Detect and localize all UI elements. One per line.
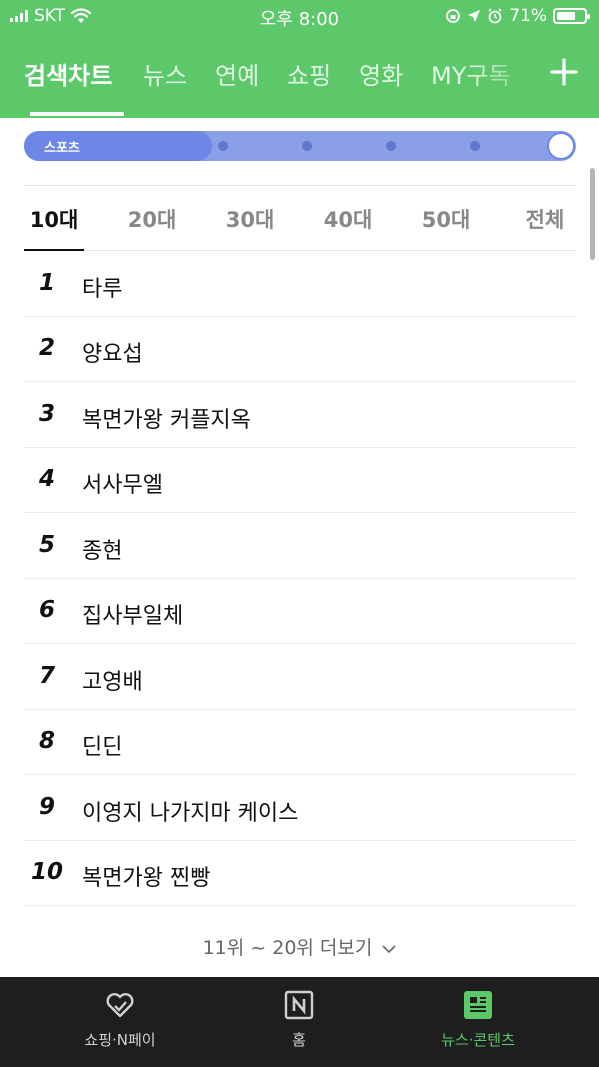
nav-home[interactable]: 홈 [199,977,399,1067]
rank-number: 10 [30,859,63,885]
slider-step-dot [386,141,396,151]
ranking-row[interactable]: 6 집사부일체 [24,579,576,644]
search-term[interactable]: 타루 [82,271,122,303]
rank-number: 6 [38,597,55,623]
scrollbar[interactable] [590,168,595,260]
ranking-row[interactable]: 10 복면가왕 찐빵 [24,841,576,906]
slider-step-dot [470,141,480,151]
ranking-row[interactable]: 2 양요섭 [24,317,576,382]
status-bar: SKT 오후 8:00 71% [0,0,599,34]
age-tab-10s[interactable]: 10대 [19,204,89,234]
search-term[interactable]: 집사부일체 [82,598,183,630]
tab-entertainment[interactable]: 연예 [215,56,259,91]
heart-check-icon [106,993,134,1018]
nav-label: 뉴스·콘텐츠 [441,1031,515,1049]
search-term[interactable]: 딘딘 [82,729,122,761]
active-tab-indicator [30,112,124,116]
search-term[interactable]: 종현 [82,533,122,565]
battery-percent: 71% [509,6,547,26]
age-tab-20s[interactable]: 20대 [117,204,187,234]
slider-step-dot [302,141,312,151]
tab-search-chart[interactable]: 검색차트 [24,56,112,91]
divider [24,250,576,251]
rank-number: 7 [38,663,55,689]
ranking-row[interactable]: 5 종현 [24,514,576,579]
slider-label: 스포츠 [44,141,80,156]
ranking-row[interactable]: 7 고영배 [24,645,576,710]
naver-n-icon [284,990,314,1020]
app-header: SKT 오후 8:00 71% 검색차트 뉴스 연예 쇼핑 영화 [0,0,599,118]
plus-icon[interactable] [548,56,580,88]
age-tab-50s[interactable]: 50대 [411,204,481,234]
search-term[interactable]: 복면가왕 커플지옥 [82,402,251,434]
tab-movie[interactable]: 영화 [359,56,403,91]
ranking-row[interactable]: 1 타루 [24,252,576,317]
rank-number: 9 [38,794,55,820]
battery-icon [553,8,590,24]
chevron-down-icon [382,945,396,954]
more-ranking-label: 11위 ~ 20위 더보기 [202,937,373,959]
search-term[interactable]: 복면가왕 찐빵 [82,860,210,892]
alarm-icon [488,8,502,24]
rank-number: 1 [38,270,55,296]
search-term[interactable]: 고영배 [82,664,143,696]
more-ranking-button[interactable]: 11위 ~ 20위 더보기 [0,933,599,960]
location-icon [468,10,481,22]
age-tab-40s[interactable]: 40대 [313,204,383,234]
rank-number: 8 [38,728,55,754]
category-slider[interactable]: 스포츠 [24,131,576,161]
age-tab-all[interactable]: 전체 [510,204,580,234]
rotation-lock-icon [446,9,461,23]
slider-step-dot [218,141,228,151]
tab-news[interactable]: 뉴스 [143,56,187,91]
search-term[interactable]: 이영지 나가지마 케이스 [82,795,298,827]
slider-knob[interactable] [547,132,575,160]
nav-label: 쇼핑·N페이 [84,1031,156,1049]
ranking-row[interactable]: 9 이영지 나가지마 케이스 [24,776,576,841]
search-term[interactable]: 양요섭 [82,336,143,368]
divider [24,185,576,186]
search-term[interactable]: 서사무엘 [82,467,163,499]
rank-number: 2 [38,335,55,361]
tab-shopping[interactable]: 쇼핑 [287,56,331,91]
tabs-fade-overlay [470,50,540,100]
ranking-row[interactable]: 8 딘딘 [24,710,576,775]
active-age-indicator [24,249,84,251]
nav-label: 홈 [292,1031,306,1049]
nav-news-contents[interactable]: 뉴스·콘텐츠 [378,977,578,1067]
ranking-row[interactable]: 3 복면가왕 커플지옥 [24,383,576,448]
news-icon [464,991,492,1019]
rank-number: 5 [38,532,55,558]
ranking-row[interactable]: 4 서사무엘 [24,448,576,513]
bottom-nav: 쇼핑·N페이 홈 뉴스·콘텐츠 [0,977,599,1067]
nav-shopping-npay[interactable]: 쇼핑·N페이 [20,977,220,1067]
age-tab-30s[interactable]: 30대 [215,204,285,234]
rank-number: 4 [38,466,55,492]
rank-number: 3 [38,401,55,427]
